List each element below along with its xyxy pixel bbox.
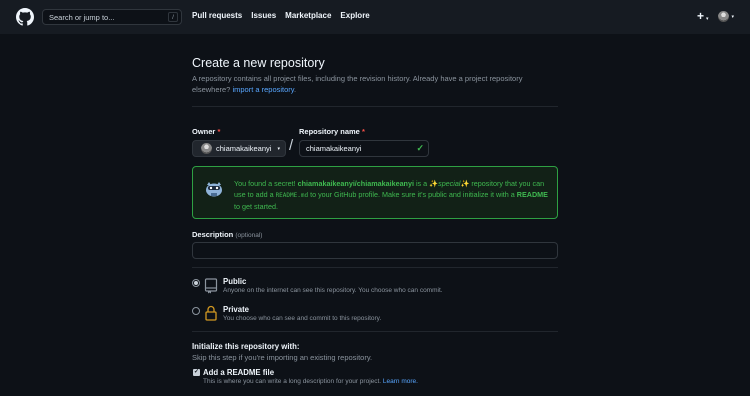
notice-readme: README [516, 190, 548, 199]
user-menu-button[interactable]: ▾ [718, 10, 734, 22]
page-subtitle: A repository contains all project files,… [192, 73, 558, 95]
public-option-title: Public [223, 277, 247, 286]
readme-desc-text: This is where you can write a long descr… [203, 378, 383, 385]
repo-name-label: Repository name * [299, 127, 365, 136]
notice-text: You found a secret! [234, 179, 298, 188]
description-input[interactable] [192, 242, 558, 259]
repo-name-value: chiamakaikeanyi [306, 144, 362, 153]
initialize-title: Initialize this repository with: [192, 342, 300, 351]
divider [192, 267, 558, 268]
notice-special: special [438, 179, 461, 188]
learn-more-link[interactable]: Learn more. [383, 378, 418, 385]
owner-label: Owner * [192, 127, 220, 136]
notice-text: to get started. [234, 202, 278, 211]
owner-value: chiamakaikeanyi [216, 144, 272, 153]
nav-pull-requests[interactable]: Pull requests [192, 11, 242, 20]
initialize-subtitle: Skip this step if you're importing an ex… [192, 353, 373, 362]
notice-readme-code: README.md [275, 192, 309, 199]
owner-avatar [201, 143, 212, 154]
public-option-desc: Anyone on the internet can see this repo… [223, 287, 443, 294]
optional-tag: (optional) [235, 232, 263, 239]
import-repository-link[interactable]: import a repository [232, 85, 294, 94]
notice-text: is a ✨ [413, 179, 439, 188]
add-readme-desc: This is where you can write a long descr… [203, 378, 418, 385]
search-shortcut-key: / [168, 12, 178, 22]
avatar [718, 10, 730, 22]
owner-label-text: Owner [192, 127, 216, 136]
description-label: Description (optional) [192, 230, 262, 239]
private-option-title: Private [223, 305, 250, 314]
chevron-down-icon: ▾ [277, 145, 280, 152]
divider [192, 331, 558, 332]
check-icon: ✓ [416, 143, 424, 153]
add-readme-label[interactable]: Add a README file [203, 368, 274, 377]
add-readme-checkbox[interactable]: ✓ [193, 369, 200, 376]
private-radio[interactable] [192, 307, 200, 315]
repo-name-label-text: Repository name [299, 127, 360, 136]
private-option-desc: You choose who can see and commit to thi… [223, 315, 382, 322]
notice-text: to your GitHub profile. Make sure it's p… [308, 190, 517, 199]
subtitle-end: . [294, 85, 297, 94]
profile-readme-notice: You found a secret! chiamakaikeanyi/chia… [192, 166, 558, 219]
nav-marketplace[interactable]: Marketplace [285, 11, 331, 20]
mona-octocat-icon [206, 182, 222, 197]
create-new-button[interactable]: + ▾ [697, 10, 709, 22]
nav-issues[interactable]: Issues [251, 11, 276, 20]
search-input[interactable]: Search or jump to... / [42, 9, 182, 25]
search-placeholder: Search or jump to... [49, 12, 115, 22]
notice-repo-path: chiamakaikeanyi/chiamakaikeanyi [297, 179, 414, 188]
page-title: Create a new repository [192, 56, 325, 70]
chevron-down-icon: ▾ [731, 14, 734, 21]
description-label-text: Description [192, 230, 234, 239]
plus-icon: + [696, 9, 704, 23]
repo-icon [204, 278, 218, 294]
profile-readme-text: You found a secret! chiamakaikeanyi/chia… [234, 178, 552, 212]
nav-explore[interactable]: Explore [340, 11, 369, 20]
lock-icon [205, 305, 217, 321]
repo-name-input[interactable]: chiamakaikeanyi ✓ [299, 140, 429, 157]
owner-repo-separator: / [289, 137, 294, 154]
required-mark: * [361, 127, 365, 136]
top-header: Search or jump to... / Pull requests Iss… [0, 0, 750, 34]
github-logo-icon[interactable] [16, 8, 34, 26]
chevron-down-icon: ▾ [705, 16, 709, 22]
required-mark: * [217, 127, 221, 136]
top-nav: Pull requests Issues Marketplace Explore [192, 11, 370, 20]
divider [192, 106, 558, 107]
public-radio[interactable] [192, 279, 200, 287]
owner-select[interactable]: chiamakaikeanyi ▾ [192, 140, 286, 157]
header-actions: + ▾ ▾ [697, 10, 734, 22]
